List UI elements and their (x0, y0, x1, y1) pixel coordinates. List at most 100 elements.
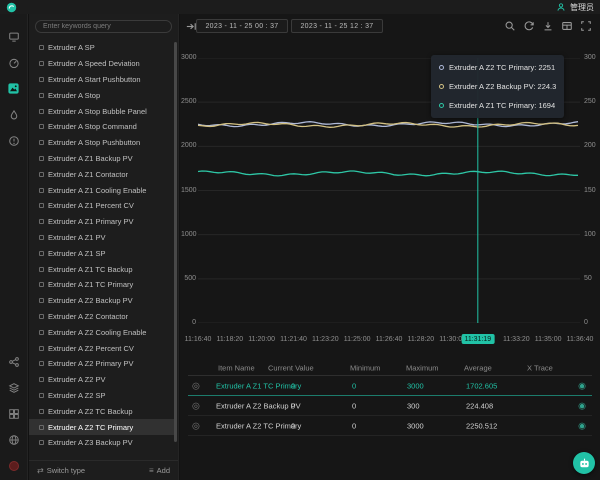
average-cell: 2250.512 (466, 421, 497, 430)
titlebar: 管理员 (0, 0, 600, 14)
user-avatar-icon[interactable] (556, 2, 566, 12)
list-item[interactable]: Extruder A Z2 TC Backup (29, 403, 174, 419)
list-item[interactable]: Extruder A Z1 Cooling Enable (29, 182, 174, 198)
list-item[interactable]: Extruder A Z1 Contactor (29, 166, 174, 182)
tag-icon (39, 188, 44, 193)
series-dot-icon (439, 103, 444, 108)
refresh-icon[interactable] (523, 20, 535, 32)
table-view-icon[interactable] (561, 20, 573, 32)
trend-gallery-icon[interactable] (7, 82, 20, 95)
assistant-button[interactable] (573, 452, 595, 474)
fullscreen-icon[interactable] (580, 20, 592, 32)
alert-circle-icon[interactable] (7, 134, 20, 147)
list-item[interactable]: Extruder A Stop Command (29, 119, 174, 135)
list-item[interactable]: Extruder A Z1 TC Backup (29, 261, 174, 277)
layers-icon[interactable] (7, 381, 20, 394)
y-axis-tick-right: 100 (584, 231, 599, 238)
list-item[interactable]: Extruder A Z2 Backup PV (29, 293, 174, 309)
list-item[interactable]: Extruder A Z1 Primary PV (29, 214, 174, 230)
search-input[interactable] (35, 20, 172, 33)
list-item-label: Extruder A Z2 PV (48, 375, 106, 384)
minimum-cell: 0 (352, 381, 356, 390)
scrollbar-thumb[interactable] (174, 42, 177, 442)
list-item-label: Extruder A Z1 Contactor (48, 170, 128, 179)
x-axis-tick: 11:35:00 (535, 336, 562, 343)
visibility-toggle-icon[interactable]: ◎ (192, 380, 200, 391)
list-item[interactable]: Extruder A Z1 PV (29, 230, 174, 246)
x-axis-tick: 11:18:20 (216, 336, 243, 343)
column-header: Current Value (268, 363, 314, 372)
tag-icon (39, 77, 44, 82)
x-axis-tick: 11:23:20 (312, 336, 339, 343)
add-button[interactable]: ≡ Add (149, 466, 170, 475)
tag-icon (39, 377, 44, 382)
end-time-input[interactable]: 2023 - 11 - 25 12 : 37 (291, 19, 383, 33)
list-item[interactable]: Extruder A Z2 PV (29, 372, 174, 388)
globe-icon[interactable] (7, 433, 20, 446)
y-axis-tick-left: 2500 (181, 98, 196, 105)
list-item[interactable]: Extruder A Z2 Primary PV (29, 356, 174, 372)
y-axis-tick-right: 150 (584, 187, 599, 194)
tag-icon (39, 61, 44, 66)
list-item[interactable]: Extruder A Z1 TC Primary (29, 277, 174, 293)
add-icon: ≡ (149, 466, 154, 475)
table-row[interactable]: ◎Extruder A Z2 TC Primary0030002250.512◉ (188, 416, 592, 436)
visibility-toggle-icon[interactable]: ◎ (192, 400, 200, 411)
table-header-row: Item NameCurrent ValueMinimumMaximumAver… (188, 360, 592, 376)
download-icon[interactable] (542, 20, 554, 32)
list-item[interactable]: Extruder A Z2 Contactor (29, 309, 174, 325)
y-axis-tick-right: 0 (584, 319, 599, 326)
water-drop-icon[interactable] (7, 108, 20, 121)
tag-icon (39, 93, 44, 98)
gauge-icon[interactable] (7, 56, 20, 69)
tag-icon (39, 282, 44, 287)
average-cell: 224.408 (466, 401, 493, 410)
list-item[interactable]: Extruder A Z1 Percent CV (29, 198, 174, 214)
minimum-cell: 0 (352, 401, 356, 410)
list-item[interactable]: Extruder A Z3 Backup PV (29, 435, 174, 451)
visibility-toggle-icon[interactable]: ◎ (192, 420, 200, 431)
tag-icon (39, 298, 44, 303)
list-item-label: Extruder A Z1 PV (48, 233, 106, 242)
table-row[interactable]: ◎Extruder A Z2 Backup PV00300224.408◉ (188, 396, 592, 416)
list-item[interactable]: Extruder A Speed Deviation (29, 56, 174, 72)
list-item[interactable]: Extruder A Stop (29, 87, 174, 103)
x-trace-icon[interactable]: ◉ (578, 380, 586, 391)
tag-list: Extruder A SPExtruder A Speed DeviationE… (29, 40, 174, 459)
item-name-cell: Extruder A Z1 TC Primary (216, 381, 301, 390)
x-trace-icon[interactable]: ◉ (578, 400, 586, 411)
list-item[interactable]: Extruder A Z2 TC Primary (29, 419, 174, 435)
switch-type-button[interactable]: ⇄ Switch type (37, 466, 85, 475)
current-value-cell: 0 (291, 421, 295, 430)
zoom-search-icon[interactable] (504, 20, 516, 32)
maximum-cell: 3000 (407, 421, 424, 430)
list-item[interactable]: Extruder A Z1 Backup PV (29, 151, 174, 167)
y-axis-tick-left: 3000 (181, 54, 196, 61)
record-indicator-icon[interactable] (7, 459, 20, 472)
x-axis-tick: 11:36:40 (567, 336, 594, 343)
list-item-label: Extruder A Z2 Contactor (48, 312, 128, 321)
list-item-label: Extruder A Z1 SP (48, 249, 106, 258)
list-item[interactable]: Extruder A Z2 Percent CV (29, 340, 174, 356)
start-time-input[interactable]: 2023 - 11 - 25 00 : 37 (196, 19, 288, 33)
x-trace-icon[interactable]: ◉ (578, 420, 586, 431)
list-item[interactable]: Extruder A Z2 SP (29, 388, 174, 404)
tooltip-text: Extruder A Z2 Backup PV: 224.3 (449, 82, 556, 91)
x-axis-tick: 11:25:00 (344, 336, 371, 343)
y-axis-tick-left: 1500 (181, 187, 196, 194)
average-cell: 1702.605 (466, 381, 497, 390)
list-item[interactable]: Extruder A Z2 Cooling Enable (29, 324, 174, 340)
list-item[interactable]: Extruder A Z1 SP (29, 245, 174, 261)
list-item[interactable]: Extruder A SP (29, 40, 174, 56)
tag-icon (39, 330, 44, 335)
username-label[interactable]: 管理员 (570, 2, 594, 13)
y-axis-tick-left: 1000 (181, 231, 196, 238)
monitor-icon[interactable] (7, 30, 20, 43)
table-row[interactable]: ◎Extruder A Z1 TC Primary0030001702.605◉ (188, 376, 592, 396)
list-item[interactable]: Extruder A Stop Bubble Panel (29, 103, 174, 119)
share-nodes-icon[interactable] (7, 355, 20, 368)
list-item[interactable]: Extruder A Stop Pushbutton (29, 135, 174, 151)
list-item-label: Extruder A Z1 TC Primary (48, 280, 133, 289)
list-item[interactable]: Extruder A Start Pushbutton (29, 72, 174, 88)
grid-icon[interactable] (7, 407, 20, 420)
